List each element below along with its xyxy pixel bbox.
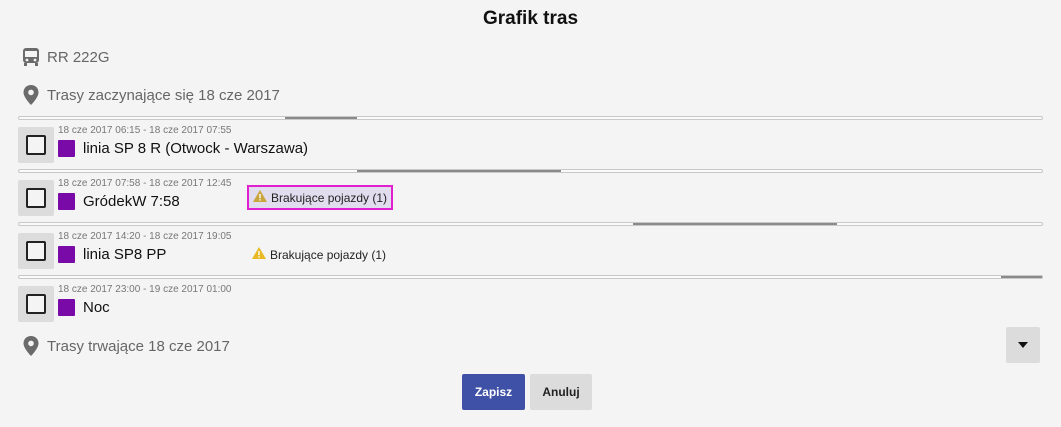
checkbox-square (26, 135, 46, 155)
warning-icon (252, 247, 266, 262)
missing-vehicles-warning[interactable]: Brakujące pojazdy (1) (247, 185, 394, 210)
route-item: 18 cze 2017 23:00 - 19 cze 2017 01:00 No… (18, 280, 1043, 328)
timeline-fill (356, 170, 562, 172)
route-item: 18 cze 2017 14:20 - 18 cze 2017 19:05 li… (18, 227, 1043, 275)
route-time: 18 cze 2017 14:20 - 18 cze 2017 19:05 (58, 231, 232, 242)
missing-vehicles-warning[interactable]: Brakujące pojazdy (1) (252, 247, 386, 262)
route-name: Noc (83, 299, 110, 316)
warning-icon (253, 190, 267, 205)
timeline-fill (632, 223, 838, 225)
caret-down-icon (1017, 336, 1029, 354)
vehicle-label: RR 222G (47, 48, 110, 66)
routes-start-label: Trasy zaczynające się 18 cze 2017 (47, 86, 280, 104)
route-checkbox[interactable] (18, 127, 54, 163)
vehicle-info: RR 222G (20, 46, 110, 68)
route-time: 18 cze 2017 23:00 - 19 cze 2017 01:00 (58, 284, 232, 295)
routes-start-info: Trasy zaczynające się 18 cze 2017 (20, 84, 280, 106)
route-time: 18 cze 2017 07:58 - 18 cze 2017 12:45 (58, 178, 232, 189)
route-name: GródekW 7:58 (83, 193, 180, 210)
route-name: linia SP 8 R (Otwock - Warszawa) (83, 140, 309, 157)
route-color-swatch (58, 299, 75, 316)
timeline-fill (284, 117, 357, 119)
route-time: 18 cze 2017 06:15 - 18 cze 2017 07:55 (58, 125, 232, 136)
warning-label: Brakujące pojazdy (1) (271, 190, 388, 205)
route-checkbox[interactable] (18, 180, 54, 216)
cancel-button[interactable]: Anuluj (530, 374, 592, 410)
route-item: 18 cze 2017 06:15 - 18 cze 2017 07:55 li… (18, 121, 1043, 169)
map-marker-icon (20, 84, 42, 106)
route-timeline (18, 116, 1043, 120)
route-color-swatch (58, 140, 75, 157)
checkbox-square (26, 188, 46, 208)
route-timeline (18, 169, 1043, 173)
bus-icon (20, 46, 42, 68)
map-marker-icon (20, 335, 42, 357)
route-checkbox[interactable] (18, 233, 54, 269)
checkbox-square (26, 241, 46, 261)
dialog-title: Grafik tras (482, 8, 579, 29)
route-color-swatch (58, 193, 75, 210)
route-timeline (18, 275, 1043, 279)
expand-dropdown-button[interactable] (1006, 327, 1040, 363)
timeline-fill (1001, 276, 1042, 278)
route-name: linia SP8 PP (83, 246, 167, 263)
route-timeline (18, 222, 1043, 226)
save-button[interactable]: Zapisz (462, 374, 525, 410)
warning-label: Brakujące pojazdy (1) (270, 247, 387, 262)
route-checkbox[interactable] (18, 286, 54, 322)
route-item: 18 cze 2017 07:58 - 18 cze 2017 12:45 Gr… (18, 174, 1043, 222)
checkbox-square (26, 294, 46, 314)
routes-during-label: Trasy trwające 18 cze 2017 (47, 337, 230, 355)
route-color-swatch (58, 246, 75, 263)
routes-during-info: Trasy trwające 18 cze 2017 (20, 335, 230, 357)
